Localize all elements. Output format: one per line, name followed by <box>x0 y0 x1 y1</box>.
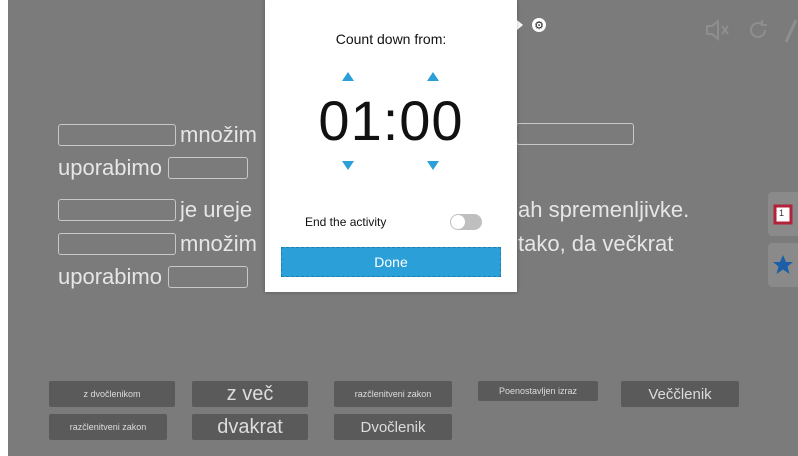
word-chip[interactable]: z več <box>192 381 308 407</box>
seconds-up-arrow[interactable] <box>427 72 439 81</box>
answer-blank[interactable] <box>58 199 176 221</box>
done-button[interactable]: Done <box>281 247 501 277</box>
sentence-row: uporabimo <box>58 264 252 290</box>
sentence-tail: tako, da večkrat <box>518 231 673 257</box>
calendar-button[interactable]: 1 <box>768 192 798 236</box>
star-button[interactable] <box>768 243 798 287</box>
answer-blank[interactable] <box>58 233 176 255</box>
toggle-knob <box>451 215 465 229</box>
answer-blank[interactable] <box>168 266 249 288</box>
sentence-text: tako, da večkrat <box>518 231 674 256</box>
minutes-down-arrow[interactable] <box>342 161 354 170</box>
countdown-dialog: Count down from: 01:00 End the activity … <box>265 0 517 292</box>
sentence-text: množim <box>180 231 258 256</box>
answer-blank[interactable] <box>168 157 249 179</box>
answer-blank[interactable] <box>516 123 634 145</box>
end-activity-label: End the activity <box>305 215 387 229</box>
calendar-number: 1 <box>779 208 785 218</box>
seconds-down-arrow[interactable] <box>427 161 439 170</box>
word-chip[interactable]: Dvočlenik <box>334 414 452 440</box>
gear-icon[interactable]: ⚙ <box>532 18 546 32</box>
minutes-up-arrow[interactable] <box>342 72 354 81</box>
word-chip[interactable]: razčlenitveni zakon <box>334 381 452 407</box>
calendar-icon <box>773 203 793 225</box>
mute-icon[interactable] <box>704 18 732 51</box>
sentence-text: uporabimo <box>58 155 162 180</box>
answer-blank[interactable] <box>58 124 176 146</box>
popup-pointer <box>517 20 523 30</box>
countdown-time: 01:00 <box>318 89 464 152</box>
word-chip[interactable]: razčlenitveni zakon <box>49 414 167 440</box>
sentence-row: množim <box>58 122 257 148</box>
sentence-row: uporabimo <box>58 155 252 181</box>
sentence-tail: ah spremenljivke. <box>518 197 689 223</box>
word-chip[interactable]: dvakrat <box>192 414 308 440</box>
dialog-title: Count down from: <box>335 31 447 47</box>
sentence-text: je ureje <box>180 197 253 222</box>
sentence-text: množim <box>180 122 258 147</box>
star-icon <box>771 253 795 277</box>
word-chip[interactable]: Poenostavljen izraz <box>478 381 598 401</box>
word-chip[interactable]: z dvočlenikom <box>49 381 175 407</box>
word-chip[interactable]: Veččlenik <box>621 381 739 407</box>
sentence-text: ah spremenljivke. <box>518 197 690 222</box>
sentence-row: množim <box>58 231 257 257</box>
pen-icon[interactable] <box>784 18 798 51</box>
reload-icon[interactable] <box>746 18 770 51</box>
sentence-row: je ureje <box>58 197 252 223</box>
sentence-text: uporabimo <box>58 264 162 289</box>
end-activity-toggle[interactable] <box>450 214 482 230</box>
top-toolbar <box>704 18 798 51</box>
